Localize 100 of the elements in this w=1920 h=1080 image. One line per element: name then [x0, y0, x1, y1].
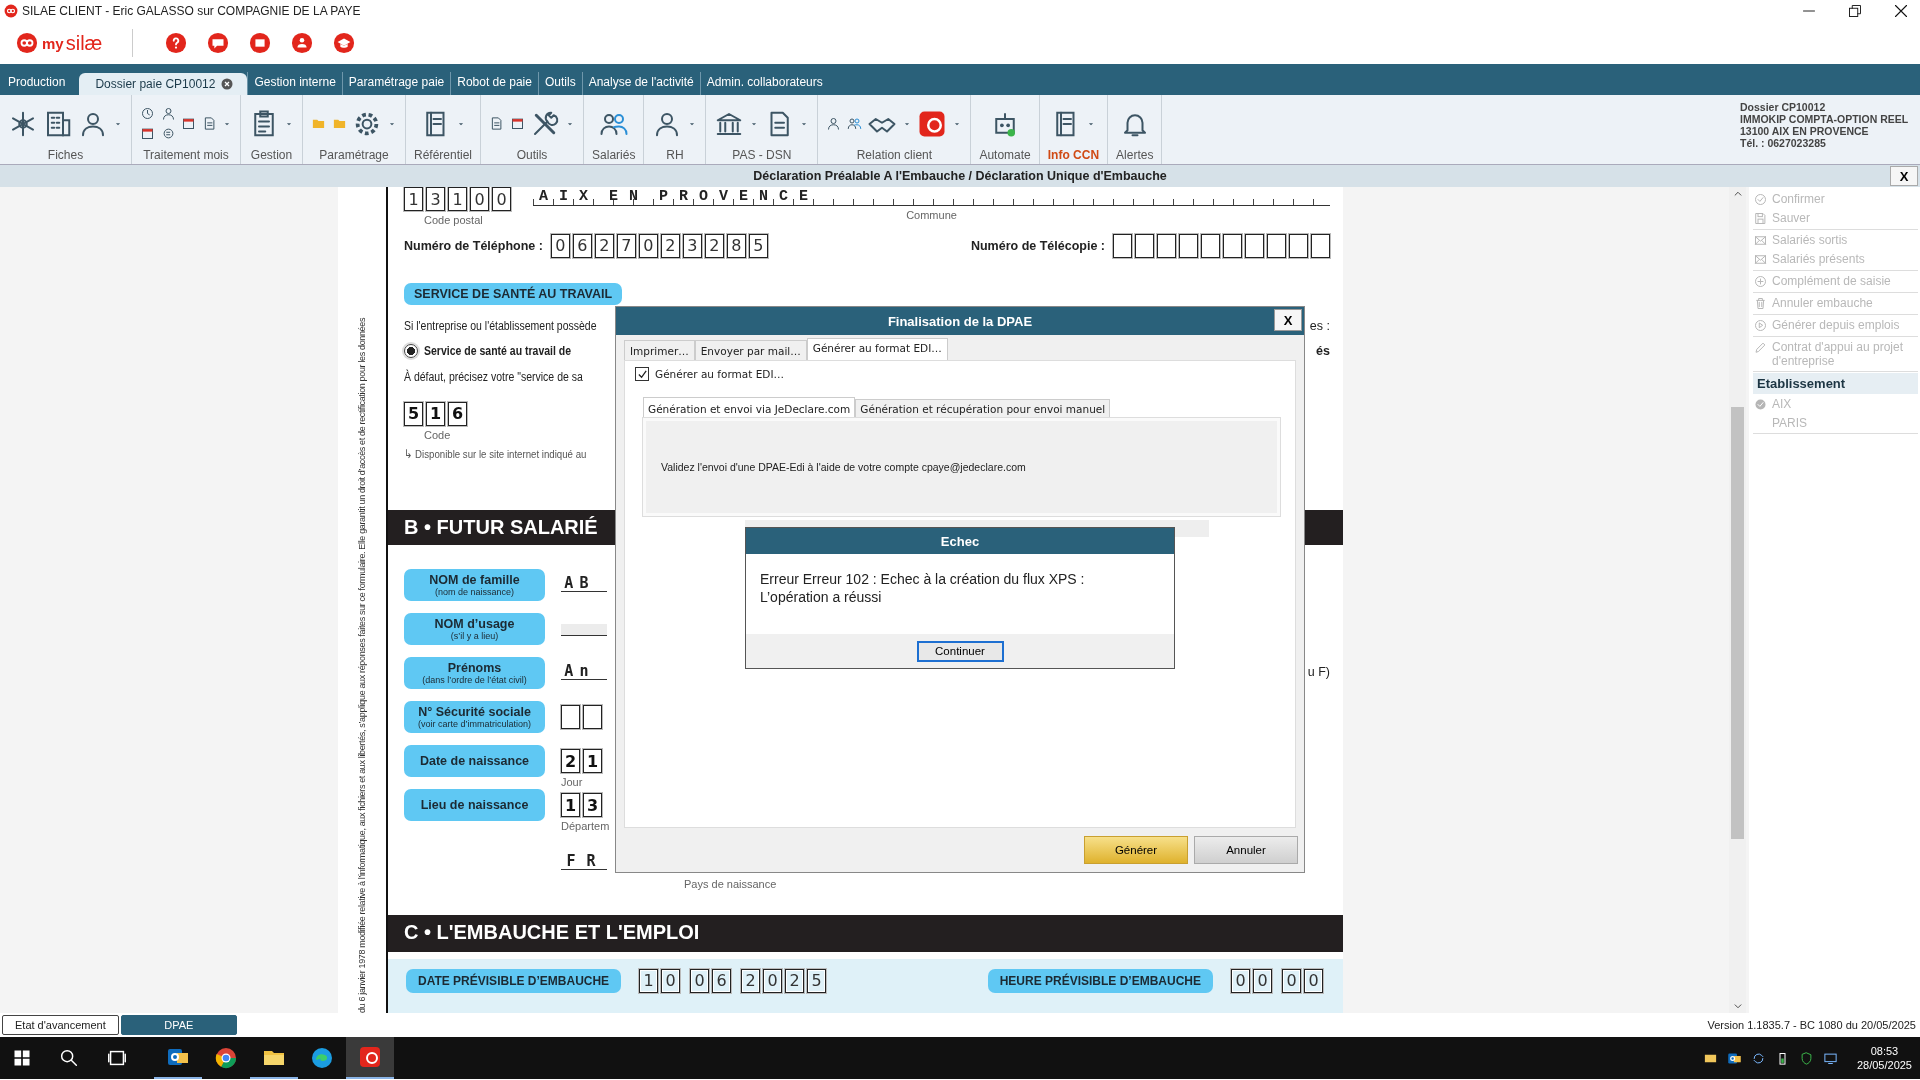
play-icon: [1753, 318, 1768, 333]
radio-button[interactable]: [404, 343, 418, 358]
ribbon-group-label: Automate: [979, 148, 1031, 162]
field-label: NOM d’usage (s’il y a lieu): [404, 613, 545, 646]
ribbon-group-label: Info CCN: [1047, 148, 1100, 162]
sync-icon[interactable]: [1750, 1050, 1766, 1066]
digit-box: 7: [616, 233, 636, 258]
digit-box: 0: [638, 233, 658, 258]
digit-box: 1: [404, 187, 423, 211]
dialog-tab[interactable]: Imprimer…: [624, 340, 695, 360]
start-icon[interactable]: [12, 1048, 32, 1068]
digit-box: 2: [704, 233, 724, 258]
module-tab[interactable]: Dossier paie CP10012: [79, 73, 248, 95]
field-caption: Code postal: [423, 214, 484, 226]
digit-box: [1135, 233, 1154, 258]
message-text: Validez l'envoi d'une DPAE-Edi à l'aide de votre compte cpaye@jedeclare.com: [661, 461, 1026, 473]
person-icon[interactable]: [826, 116, 842, 131]
digit-box: [1289, 233, 1308, 258]
taskbar-app[interactable]: [346, 1037, 394, 1079]
digit-box: 5: [807, 969, 827, 993]
calendar-icon[interactable]: [510, 116, 526, 131]
module-tab[interactable]: Production: [2, 72, 72, 95]
calendar-icon[interactable]: [140, 126, 155, 141]
app-icon: [358, 1045, 382, 1069]
dossier-info: Dossier CP10012: [1740, 101, 1827, 113]
monitor-icon[interactable]: [1822, 1050, 1838, 1066]
ribbon-group-label: Salariés: [592, 148, 636, 162]
field-caption: Départem: [561, 820, 610, 833]
digit-box: 1: [426, 401, 445, 426]
form-text: À défaut, précisez votre "service de sa: [404, 370, 583, 385]
close-button[interactable]: X: [1890, 166, 1918, 186]
field-label: DATE PRÉVISIBLE D’EMBAUCHE: [406, 969, 622, 993]
digit-box: 8: [726, 233, 746, 258]
digit-box: 2: [741, 969, 761, 993]
sub-tab[interactable]: Génération et envoi via JeDeclare.com: [643, 397, 856, 418]
dossier-info: 13100 AIX EN PROVENCE: [1740, 125, 1870, 137]
digit-box: 0: [1304, 969, 1323, 993]
digit-box: [1267, 233, 1286, 258]
field-letter: R: [586, 852, 596, 869]
digit-box: [1311, 233, 1330, 258]
digit-box: 2: [785, 969, 805, 993]
form-text: Si l'entreprise ou l'établissement possède: [404, 319, 597, 334]
envelope-icon: [1753, 252, 1768, 267]
continue-button[interactable]: Continuer: [916, 640, 1004, 662]
field-label: N° Sécurité sociale (voir carte d’immatriculation): [404, 701, 545, 734]
status-tab[interactable]: Etat d'avancement: [2, 1015, 119, 1035]
digit-box: [1201, 233, 1220, 258]
dossier-info: Tél. : 0627023285: [1740, 137, 1827, 149]
digit-box: 6: [448, 401, 467, 426]
digit-box: 1: [639, 969, 659, 993]
doc-icon[interactable]: [489, 116, 505, 131]
digit-box: 6: [572, 233, 592, 258]
envelope-icon: [1753, 233, 1768, 248]
legal-notice: du 6 janvier 1978 modifiée relative à l’informatique, aux fichiers et aux libertés, s’applique aux réponses faites sur ce formulaire. Elle garantit un droit d’accès et de rectification pour les données: [357, 316, 367, 1013]
status-tab[interactable]: DPAE: [120, 1015, 237, 1035]
field-label: NOM de famille (nom de naissance): [404, 569, 545, 602]
dialog-tab[interactable]: Générer au format EDI…: [806, 338, 948, 360]
form-text: u F): [1307, 665, 1330, 680]
dialog-tab[interactable]: Envoyer par mail…: [694, 340, 807, 360]
search-icon[interactable]: [58, 1047, 80, 1069]
field-caption: Code: [423, 428, 452, 441]
digit-box: 0: [1282, 969, 1301, 993]
shield-icon[interactable]: [1798, 1050, 1814, 1066]
person-icon[interactable]: [161, 106, 176, 121]
ribbon-group-label: Gestion: [250, 148, 293, 162]
field-letter: A: [564, 663, 574, 680]
checkbox[interactable]: [635, 367, 649, 381]
graduation-icon[interactable]: [333, 32, 356, 54]
field-caption: Jour: [561, 776, 584, 789]
field-caption: Commune: [905, 209, 958, 221]
close-icon[interactable]: [221, 78, 234, 90]
check-icon: [1753, 397, 1768, 412]
clock[interactable]: 08:53 28/05/2025: [1856, 1044, 1912, 1072]
help-icon[interactable]: [165, 32, 188, 54]
digit-box: 3: [583, 793, 602, 818]
generate-button[interactable]: Générer: [1084, 836, 1188, 864]
ribbon-group-label: Paramétrage: [319, 148, 389, 162]
digit-box: 0: [1231, 969, 1250, 993]
calendar-icon[interactable]: [181, 116, 196, 131]
cancel-button[interactable]: Annuler: [1194, 836, 1298, 864]
clock-icon[interactable]: [140, 106, 155, 121]
people-icon[interactable]: [847, 116, 863, 131]
digit-box: 0: [763, 969, 783, 993]
digit-box: [1157, 233, 1176, 258]
panel-heading: Etablissement: [1753, 373, 1918, 394]
scrollbar[interactable]: [1729, 187, 1746, 1013]
digit-box: 5: [748, 233, 768, 258]
dossier-info: IMMOKIP COMPTA-OPTION REEL: [1740, 113, 1910, 125]
field-label: Date de naissance: [404, 745, 545, 778]
digit-box: 3: [426, 187, 445, 211]
coin-icon[interactable]: [161, 126, 176, 141]
digit-box: 3: [682, 233, 702, 258]
chat-icon[interactable]: [207, 32, 230, 54]
ribbon-group-label: PAS - DSN: [732, 148, 792, 162]
ribbon-group-label: Alertes: [1116, 148, 1154, 162]
field-letter: n: [579, 663, 589, 680]
group-icon[interactable]: [291, 32, 314, 54]
doc-icon[interactable]: [202, 116, 217, 131]
digit-box: 1: [561, 793, 580, 818]
close-button[interactable]: X: [1274, 309, 1302, 331]
